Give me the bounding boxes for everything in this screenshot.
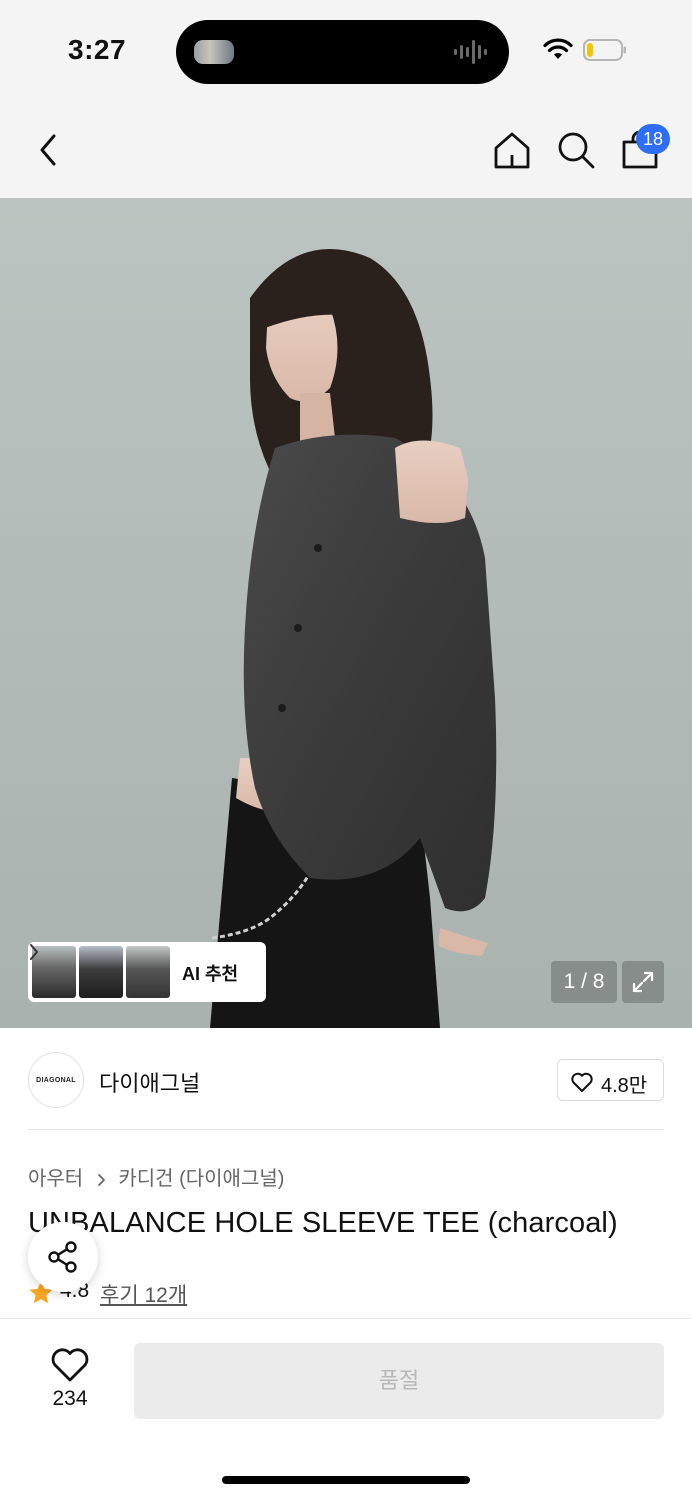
fullscreen-button[interactable] <box>622 961 664 1003</box>
home-indicator <box>222 1476 470 1484</box>
dynamic-island <box>176 20 509 84</box>
ai-recommend-button[interactable]: AI 추천 <box>28 942 266 1002</box>
ai-recommend-thumbnail <box>126 946 170 998</box>
search-icon[interactable] <box>556 130 596 170</box>
nav-bar <box>0 100 692 198</box>
breadcrumb: 아우터 카디건 (다이애그널) <box>28 1162 284 1191</box>
ai-recommend-label: AI 추천 <box>182 964 239 984</box>
product-image-carousel[interactable]: AI 추천 1 / 8 <box>0 198 692 1028</box>
heart-icon <box>571 1072 593 1092</box>
brand-like-count: 4.8만 <box>601 1075 648 1097</box>
image-page-counter: 1 / 8 <box>551 961 617 1003</box>
now-playing-thumbnail <box>194 40 234 64</box>
chevron-right-icon <box>30 944 38 960</box>
battery-icon <box>583 39 626 61</box>
status-time: 3:27 <box>68 34 127 65</box>
ai-recommend-thumbnail <box>79 946 123 998</box>
wishlist-count: 234 <box>52 1387 88 1410</box>
brand-logo[interactable]: DIAGONAL <box>28 1052 84 1108</box>
heart-icon[interactable] <box>50 1347 90 1383</box>
breadcrumb-item-cardigan[interactable]: 카디건 (다이애그널) <box>118 1168 284 1190</box>
brand-name[interactable]: 다이애그널 <box>99 1066 200 1098</box>
bottom-action-bar: 234 품절 <box>0 1318 692 1500</box>
home-icon[interactable] <box>492 130 532 170</box>
review-count-link[interactable]: 후기 12개 <box>100 1279 187 1309</box>
cart-count-badge: 18 <box>636 124 670 154</box>
brand-like-button[interactable]: 4.8만 <box>557 1059 664 1101</box>
share-icon <box>48 1241 77 1273</box>
status-bar: 3:27 <box>0 0 692 100</box>
divider <box>28 1129 664 1130</box>
chevron-right-icon <box>97 1173 105 1186</box>
share-button[interactable] <box>28 1222 98 1292</box>
wifi-icon <box>543 38 573 59</box>
back-icon[interactable] <box>34 132 64 168</box>
breadcrumb-item-outer[interactable]: 아우터 <box>28 1168 83 1190</box>
expand-icon <box>632 971 654 993</box>
sold-out-button[interactable]: 품절 <box>134 1343 664 1419</box>
audio-wave-icon <box>454 40 487 64</box>
product-photo <box>0 198 692 1028</box>
product-title: UNBALANCE HOLE SLEEVE TEE (charcoal) <box>28 1207 618 1239</box>
